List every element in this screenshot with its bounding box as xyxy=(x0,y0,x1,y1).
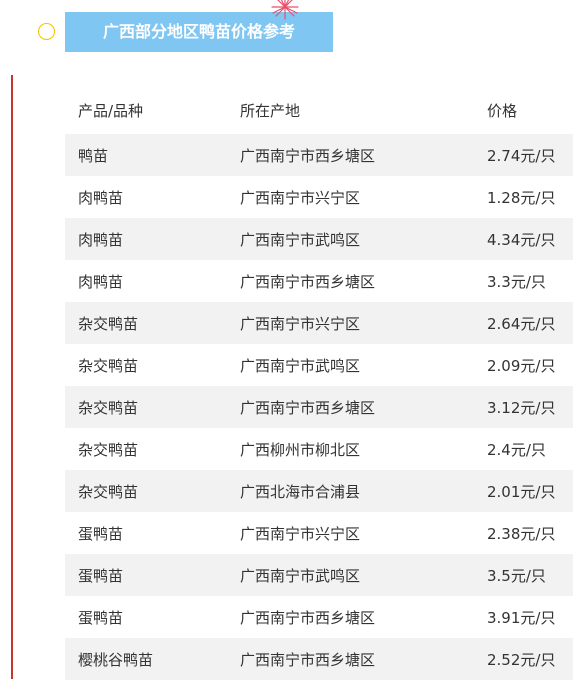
cell-price: 1.28元/只 xyxy=(487,188,556,207)
header-origin: 所在产地 xyxy=(240,101,301,120)
table-row: 蛋鸭苗 广西南宁市武鸣区 3.5元/只 xyxy=(65,554,573,596)
cell-origin: 广西南宁市西乡塘区 xyxy=(240,134,487,176)
cell-product: 肉鸭苗 xyxy=(78,188,124,207)
cell-price: 2.4元/只 xyxy=(487,440,546,459)
cell-price: 3.12元/只 xyxy=(487,386,573,428)
table-row: 樱桃谷鸭苗 广西南宁市西乡塘区 2.52元/只 xyxy=(65,638,573,680)
table-row: 蛋鸭苗 广西南宁市西乡塘区 3.91元/只 xyxy=(65,596,573,638)
cell-origin: 广西南宁市武鸣区 xyxy=(240,218,487,260)
cell-origin: 广西柳州市柳北区 xyxy=(240,440,361,459)
table-row: 鸭苗 广西南宁市西乡塘区 2.74元/只 xyxy=(65,134,573,176)
cell-product: 杂交鸭苗 xyxy=(65,386,240,428)
cell-product: 蛋鸭苗 xyxy=(78,608,124,627)
table-row: 杂交鸭苗 广西南宁市兴宁区 2.64元/只 xyxy=(65,302,573,344)
table-row: 杂交鸭苗 广西柳州市柳北区 2.4元/只 xyxy=(65,428,573,470)
table-row: 杂交鸭苗 广西南宁市西乡塘区 3.12元/只 xyxy=(65,386,573,428)
cell-price: 2.64元/只 xyxy=(487,302,573,344)
cell-origin: 广西南宁市西乡塘区 xyxy=(240,272,376,291)
table-row: 肉鸭苗 广西南宁市武鸣区 4.34元/只 xyxy=(65,218,573,260)
cell-product: 鸭苗 xyxy=(65,134,240,176)
cell-price: 2.38元/只 xyxy=(487,524,556,543)
cell-price: 3.3元/只 xyxy=(487,272,546,291)
cell-origin: 广西南宁市西乡塘区 xyxy=(240,386,487,428)
cell-origin: 广西北海市合浦县 xyxy=(240,470,487,512)
cell-origin: 广西南宁市西乡塘区 xyxy=(240,608,376,627)
table-header-row: 产品/品种 所在产地 价格 xyxy=(65,86,573,134)
cell-origin: 广西南宁市兴宁区 xyxy=(240,302,487,344)
cell-origin: 广西南宁市兴宁区 xyxy=(240,524,361,543)
cell-product: 蛋鸭苗 xyxy=(65,554,240,596)
cell-product: 肉鸭苗 xyxy=(78,272,124,291)
firework-icon xyxy=(271,0,299,20)
cell-price: 4.34元/只 xyxy=(487,218,573,260)
cell-product: 杂交鸭苗 xyxy=(78,440,139,459)
cell-price: 2.74元/只 xyxy=(487,134,573,176)
cell-origin: 广西南宁市兴宁区 xyxy=(240,188,361,207)
cell-price: 3.5元/只 xyxy=(487,554,573,596)
table-row: 肉鸭苗 广西南宁市兴宁区 1.28元/只 xyxy=(65,176,573,218)
table-row: 杂交鸭苗 广西南宁市武鸣区 2.09元/只 xyxy=(65,344,573,386)
decorative-circle-icon xyxy=(38,23,55,40)
table-row: 蛋鸭苗 广西南宁市兴宁区 2.38元/只 xyxy=(65,512,573,554)
cell-price: 2.52元/只 xyxy=(487,638,573,680)
cell-product: 杂交鸭苗 xyxy=(65,470,240,512)
cell-price: 2.09元/只 xyxy=(487,356,556,375)
cell-product: 杂交鸭苗 xyxy=(65,302,240,344)
cell-product: 肉鸭苗 xyxy=(65,218,240,260)
header-price: 价格 xyxy=(487,101,518,120)
cell-price: 3.91元/只 xyxy=(487,608,556,627)
vertical-accent-line xyxy=(11,75,13,679)
price-table: 产品/品种 所在产地 价格 鸭苗 广西南宁市西乡塘区 2.74元/只 肉鸭苗 广西南宁市… xyxy=(65,86,573,680)
cell-origin: 广西南宁市西乡塘区 xyxy=(240,638,487,680)
cell-origin: 广西南宁市武鸣区 xyxy=(240,356,361,375)
table-row: 肉鸭苗 广西南宁市西乡塘区 3.3元/只 xyxy=(65,260,573,302)
cell-product: 樱桃谷鸭苗 xyxy=(65,638,240,680)
cell-product: 杂交鸭苗 xyxy=(78,356,139,375)
cell-price: 2.01元/只 xyxy=(487,470,573,512)
table-row: 杂交鸭苗 广西北海市合浦县 2.01元/只 xyxy=(65,470,573,512)
table-body: 鸭苗 广西南宁市西乡塘区 2.74元/只 肉鸭苗 广西南宁市兴宁区 1.28元/只 肉鸭苗广… xyxy=(65,134,573,680)
header-product: 产品/品种 xyxy=(78,101,144,120)
cell-product: 蛋鸭苗 xyxy=(78,524,124,543)
cell-origin: 广西南宁市武鸣区 xyxy=(240,554,487,596)
